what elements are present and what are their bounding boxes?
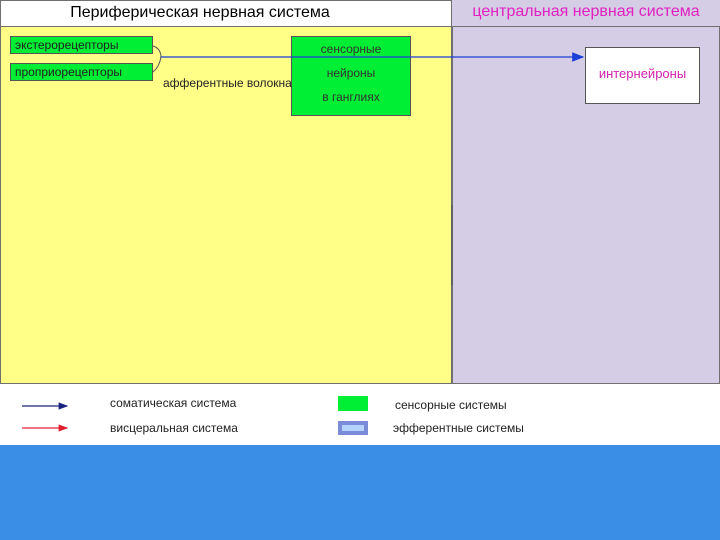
bottom-band	[0, 445, 720, 540]
legend-somatic-label: соматическая система	[110, 396, 237, 410]
legend-effector-swatch	[338, 421, 368, 435]
legend-effector-label: эфферентные системы	[393, 421, 524, 435]
afferent-brace	[152, 45, 162, 73]
legend-sensory-label: сенсорные системы	[395, 398, 507, 412]
legend-visceral-label: висцеральная система	[110, 421, 238, 435]
legend-sensory-swatch	[338, 396, 368, 411]
